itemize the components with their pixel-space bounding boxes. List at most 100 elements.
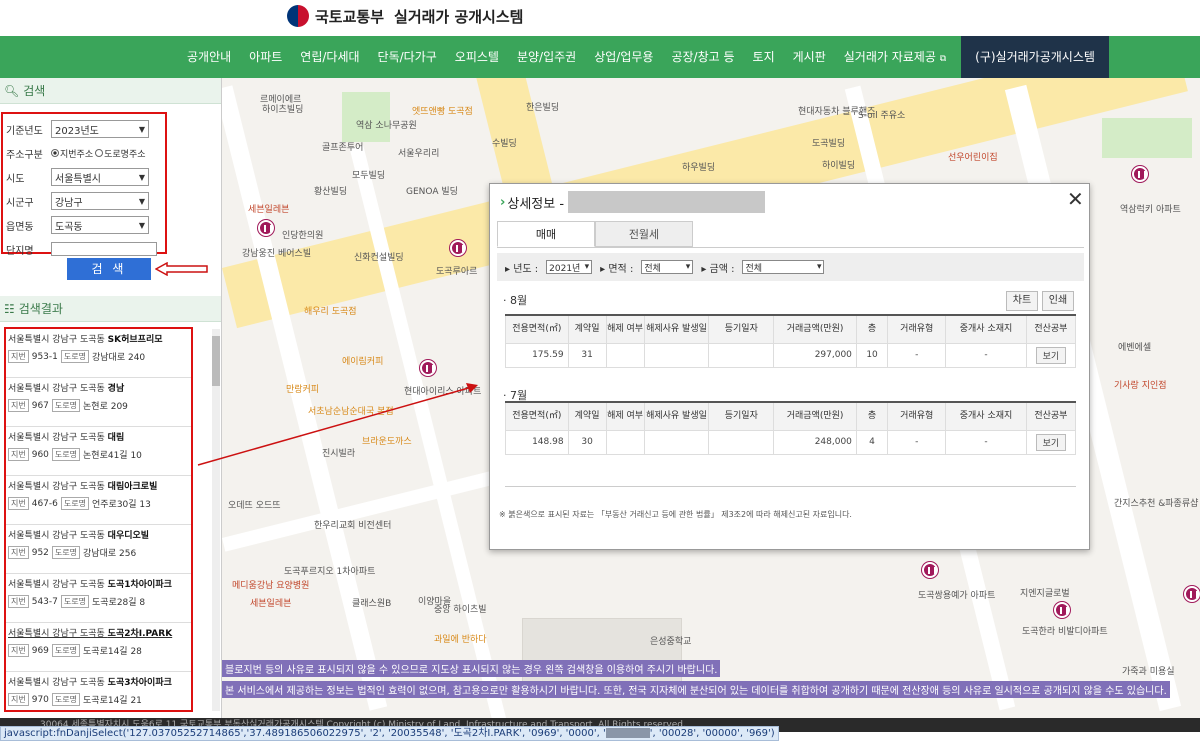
result-complex-name: 대우디오빌 — [107, 531, 150, 541]
map-label: 에이림커피 — [342, 357, 384, 367]
result-item[interactable]: 서울특별시 강남구 도곡동 도곡2차I.PARK 지번 969 도로명 도곡로14길 2… — [6, 623, 191, 672]
result-title[interactable]: 서울특별시 강남구 도곡동 대림아크로빌 — [8, 479, 189, 492]
result-title[interactable]: 서울특별시 강남구 도곡동 SK허브프리모 — [8, 332, 189, 345]
result-road: 도곡로14길 28 — [83, 647, 142, 657]
map-label: 지엔지글로벌 — [1020, 589, 1070, 599]
apartment-map-marker[interactable] — [1054, 602, 1070, 618]
nav-item-board[interactable]: 게시판 — [784, 36, 835, 78]
result-address: 서울특별시 강남구 도곡동 — [8, 335, 108, 345]
view-document-button[interactable]: 보기 — [1035, 346, 1067, 364]
chevron-down-icon: ▼ — [138, 124, 145, 134]
result-title[interactable]: 서울특별시 강남구 도곡동 도곡2차I.PARK — [8, 626, 189, 639]
column-header-area: 전용면적(㎡) — [505, 314, 569, 344]
result-road: 언주로30길 13 — [91, 500, 151, 510]
map-label: 에벤에셀 — [1118, 343, 1152, 353]
result-item[interactable]: 서울특별시 강남구 도곡동 대우디오빌 지번 952 도로명 강남대로 256 — [6, 525, 191, 574]
map-label: 한우리교회 비전센터 — [314, 521, 392, 531]
result-address: 서울특별시 강남구 도곡동 — [8, 531, 108, 541]
result-title[interactable]: 서울특별시 강남구 도곡동 도곡3차아이파크 — [8, 675, 189, 688]
year-filter-select[interactable]: 2021년 ▾ — [546, 260, 593, 274]
radio-jibun-label: 지번주소 — [60, 149, 94, 160]
result-item[interactable]: 서울특별시 강남구 도곡동 도곡1차아이파크 지번 543-7 도로명 도곡로28길 8 — [6, 574, 191, 623]
cell-price: 297,000 — [773, 342, 857, 368]
jibun-tag: 지번 — [8, 693, 29, 706]
search-button[interactable]: 검 색 — [67, 258, 151, 280]
result-complex-name: 도곡2차I.PARK — [107, 629, 173, 639]
result-title[interactable]: 서울특별시 강남구 도곡동 도곡1차아이파크 — [8, 577, 189, 590]
table-row: 175.59 31 297,000 10- - 보기 — [505, 342, 1077, 368]
nav-item-commercial[interactable]: 상업/업무용 — [585, 36, 662, 78]
tab-sale[interactable]: 매매 — [497, 221, 595, 247]
column-header-doc: 전산공부 — [1025, 401, 1077, 431]
radio-jibun-address[interactable]: 지번주소 — [51, 147, 93, 160]
chart-button[interactable]: 차트 — [1006, 291, 1038, 311]
complex-name-input[interactable] — [51, 242, 157, 256]
area-filter-select[interactable]: 전체 ▾ — [641, 260, 694, 274]
map-label: 인당한의원 — [282, 231, 324, 241]
nav-item-apartment[interactable]: 아파트 — [240, 36, 291, 78]
results-section-header: ☷ 검색결과 — [0, 296, 221, 322]
map-label: 중앙 하이츠빌 — [434, 605, 487, 615]
map-label: 한은빌딩 — [526, 103, 560, 113]
nav-item-officetel[interactable]: 오피스텔 — [446, 36, 508, 78]
results-list: 서울특별시 강남구 도곡동 SK허브프리모 지번 953-1 도로명 강남대로 240 서… — [4, 327, 193, 712]
nav-item-guide[interactable]: 공개안내 — [178, 36, 240, 78]
month-heading: · 8월 — [503, 294, 528, 307]
price-filter-select[interactable]: 전체 ▾ — [742, 260, 825, 274]
results-scrollbar[interactable] — [212, 329, 220, 711]
apartment-map-marker[interactable] — [258, 220, 274, 236]
nav-item-factory[interactable]: 공장/창고 등 — [662, 36, 743, 78]
result-item[interactable]: 서울특별시 강남구 도곡동 도곡3차아이파크지번 970 도로명 도곡로14길 21 — [6, 672, 191, 710]
main-nav: 공개안내 아파트 연립/다세대 단독/다가구 오피스텔 분양/입주권 상업/업무… — [0, 36, 1200, 78]
nav-item-data-provision[interactable]: 실거래가 자료제공 ⧉ — [835, 36, 955, 78]
external-link-icon: ⧉ — [939, 54, 947, 64]
dong-select[interactable]: 도곡동 ▼ — [51, 216, 149, 234]
print-button[interactable]: 인쇄 — [1042, 291, 1074, 311]
cell-type: - — [887, 342, 947, 368]
apartment-map-marker[interactable] — [450, 240, 466, 256]
apartment-map-marker[interactable] — [922, 562, 938, 578]
result-title[interactable]: 서울특별시 강남구 도곡동 대우디오빌 — [8, 528, 189, 541]
result-title[interactable]: 서울특별시 강남구 도곡동 대림 — [8, 430, 189, 443]
view-document-button[interactable]: 보기 — [1035, 433, 1067, 451]
map-label: 신화컨설빌딩 — [354, 253, 404, 263]
results-scrollbar-thumb[interactable] — [212, 336, 220, 386]
nav-item-rowhouse[interactable]: 연립/다세대 — [291, 36, 368, 78]
redacted-block — [568, 191, 766, 213]
apartment-map-marker[interactable] — [420, 360, 436, 376]
area-filter-value: 전체 — [644, 263, 661, 274]
map-label: 서초남순남순대국 본점 — [308, 407, 394, 417]
nav-item-detached[interactable]: 단독/다가구 — [369, 36, 446, 78]
map-label: 만랑커피 — [286, 385, 320, 395]
year-label: 기준년도 — [6, 125, 43, 137]
sido-select[interactable]: 서울특별시 ▼ — [51, 168, 149, 186]
jibun-tag: 지번 — [8, 595, 29, 608]
nav-item-land[interactable]: 토지 — [744, 36, 784, 78]
year-select[interactable]: 2023년도 ▼ — [51, 120, 149, 138]
map-label: 오데뜨 오드뜨 — [228, 501, 281, 511]
result-item[interactable]: 서울특별시 강남구 도곡동 대림아크로빌 지번 467-6 도로명 언주로30길 13 — [6, 476, 191, 525]
nav-item-data-provision-label: 실거래가 자료제공 — [843, 50, 936, 64]
nav-item-presale[interactable]: 분양/입주권 — [508, 36, 585, 78]
search-section-title: 검색 — [23, 84, 46, 98]
site-logo[interactable]: 국토교통부 실거래가 공개시스템 — [287, 5, 523, 27]
radio-road-address[interactable]: 도로명주소 — [95, 147, 146, 160]
result-item[interactable]: 서울특별시 강남구 도곡동 SK허브프리모 지번 953-1 도로명 강남대로 240 — [6, 329, 191, 378]
tab-rent[interactable]: 전월세 — [595, 221, 693, 247]
apartment-map-marker[interactable] — [1132, 166, 1148, 182]
nav-item-legacy-system[interactable]: (구)실거래가공개시스템 — [961, 36, 1109, 78]
browser-status-bar: javascript:fnDanjiSelect('127.0370525271… — [0, 726, 779, 741]
result-item[interactable]: 서울특별시 강남구 도곡동 경남 지번 967 도로명 논현로 209 — [6, 378, 191, 427]
result-address-row: 지번 969 도로명 도곡로14길 28 — [8, 644, 189, 657]
site-header: 국토교통부 실거래가 공개시스템 — [0, 0, 1200, 36]
close-icon[interactable]: ✕ — [1067, 189, 1084, 209]
result-item[interactable]: 서울특별시 강남구 도곡동 대림 지번 960 도로명 논현로41길 10 — [6, 427, 191, 476]
apartment-map-marker[interactable] — [1184, 586, 1200, 602]
map-label: 브라운도까스 — [362, 437, 412, 447]
result-title[interactable]: 서울특별시 강남구 도곡동 경남 — [8, 381, 189, 394]
list-icon: ☷ — [4, 301, 15, 316]
sigungu-select[interactable]: 강남구 ▼ — [51, 192, 149, 210]
result-complex-name: 대림아크로빌 — [107, 482, 158, 492]
result-address-row: 지번 970 도로명 도곡로14길 21 — [8, 693, 189, 706]
cell-cancel — [605, 429, 645, 455]
